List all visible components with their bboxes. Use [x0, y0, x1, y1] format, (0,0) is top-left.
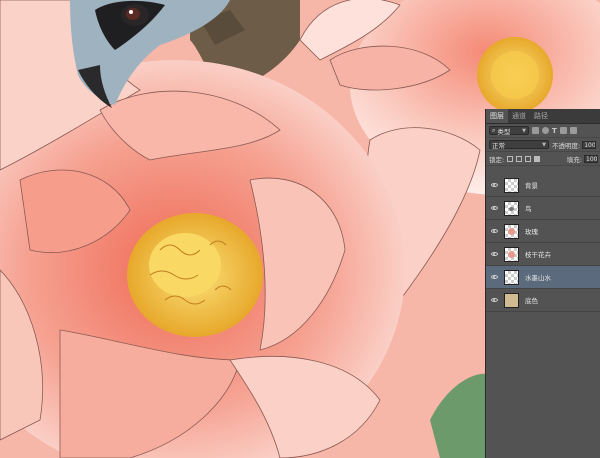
layer-row[interactable]: 背景: [486, 174, 600, 197]
lock-position-icon[interactable]: [525, 155, 532, 162]
layer-name: 背景: [525, 182, 538, 190]
fill-input[interactable]: 100%: [584, 154, 598, 163]
chevron-down-icon: ▼: [522, 127, 526, 134]
layer-thumbnail: [504, 223, 519, 239]
visibility-toggle[interactable]: [486, 298, 502, 302]
layer-name: 玫瑰: [525, 228, 538, 236]
visibility-toggle[interactable]: [486, 252, 502, 256]
layer-row[interactable]: 底色: [486, 289, 600, 312]
layer-thumbnail: [504, 269, 519, 285]
layers-panel[interactable]: 图层 通道 路径 ⌕ 类型 ▼ T 正常 ▼ 不透明度: 100% 锁定: 填充…: [485, 109, 600, 458]
shape-filter-icon[interactable]: [559, 127, 567, 134]
layer-name: 水墨山水: [525, 274, 551, 282]
visibility-toggle[interactable]: [486, 275, 502, 279]
blend-row: 正常 ▼ 不透明度: 100%: [486, 138, 600, 152]
smart-object-filter-icon[interactable]: [569, 127, 577, 134]
blend-mode-value: 正常: [492, 141, 505, 150]
visibility-toggle[interactable]: [486, 183, 502, 187]
eye-icon: [490, 183, 498, 187]
lock-image-icon[interactable]: [516, 155, 523, 162]
filter-row: ⌕ 类型 ▼ T: [486, 124, 600, 138]
chevron-down-icon: ▼: [542, 141, 546, 148]
lock-transparent-icon[interactable]: [507, 155, 514, 162]
visibility-toggle[interactable]: [486, 206, 502, 210]
layer-name: 枝干花卉: [525, 251, 551, 259]
tab-channels[interactable]: 通道: [508, 109, 530, 123]
blend-mode-select[interactable]: 正常 ▼: [489, 140, 549, 150]
visibility-toggle[interactable]: [486, 229, 502, 233]
layer-thumbnail: [504, 200, 519, 216]
tab-layers[interactable]: 图层: [486, 109, 508, 123]
eye-icon: [490, 275, 498, 279]
layer-thumbnail: [504, 292, 519, 308]
layer-name: 鸟: [525, 205, 532, 213]
layers-list: 背景 鸟 玫瑰 枝干花卉 水墨山水 底色: [486, 174, 600, 312]
opacity-label: 不透明度:: [552, 141, 581, 150]
lock-label: 锁定:: [489, 155, 505, 164]
kind-filter-value: 类型: [497, 127, 511, 136]
layer-thumbnail: [504, 246, 519, 262]
type-filter-icon[interactable]: T: [552, 127, 557, 135]
eye-icon: [490, 252, 498, 256]
adjustment-filter-icon[interactable]: [542, 127, 549, 134]
lock-all-icon[interactable]: [534, 155, 541, 162]
layer-thumbnail: [504, 177, 519, 193]
eye-icon: [490, 298, 498, 302]
opacity-input[interactable]: 100%: [582, 140, 597, 149]
layer-row-selected[interactable]: 水墨山水: [486, 266, 600, 289]
search-icon: ⌕: [492, 126, 496, 134]
kind-filter-select[interactable]: ⌕ 类型 ▼: [489, 126, 529, 136]
eye-icon: [490, 206, 498, 210]
layer-row[interactable]: 枝干花卉: [486, 243, 600, 266]
layer-row[interactable]: 鸟: [486, 197, 600, 220]
fill-label: 填充:: [566, 155, 582, 164]
eye-icon: [490, 229, 498, 233]
lock-row: 锁定: 填充: 100%: [486, 152, 600, 166]
layer-row[interactable]: 玫瑰: [486, 220, 600, 243]
panel-tabs: 图层 通道 路径: [486, 109, 600, 124]
image-filter-icon[interactable]: [532, 127, 539, 134]
layer-name: 底色: [525, 297, 538, 305]
tab-paths[interactable]: 路径: [530, 109, 552, 123]
